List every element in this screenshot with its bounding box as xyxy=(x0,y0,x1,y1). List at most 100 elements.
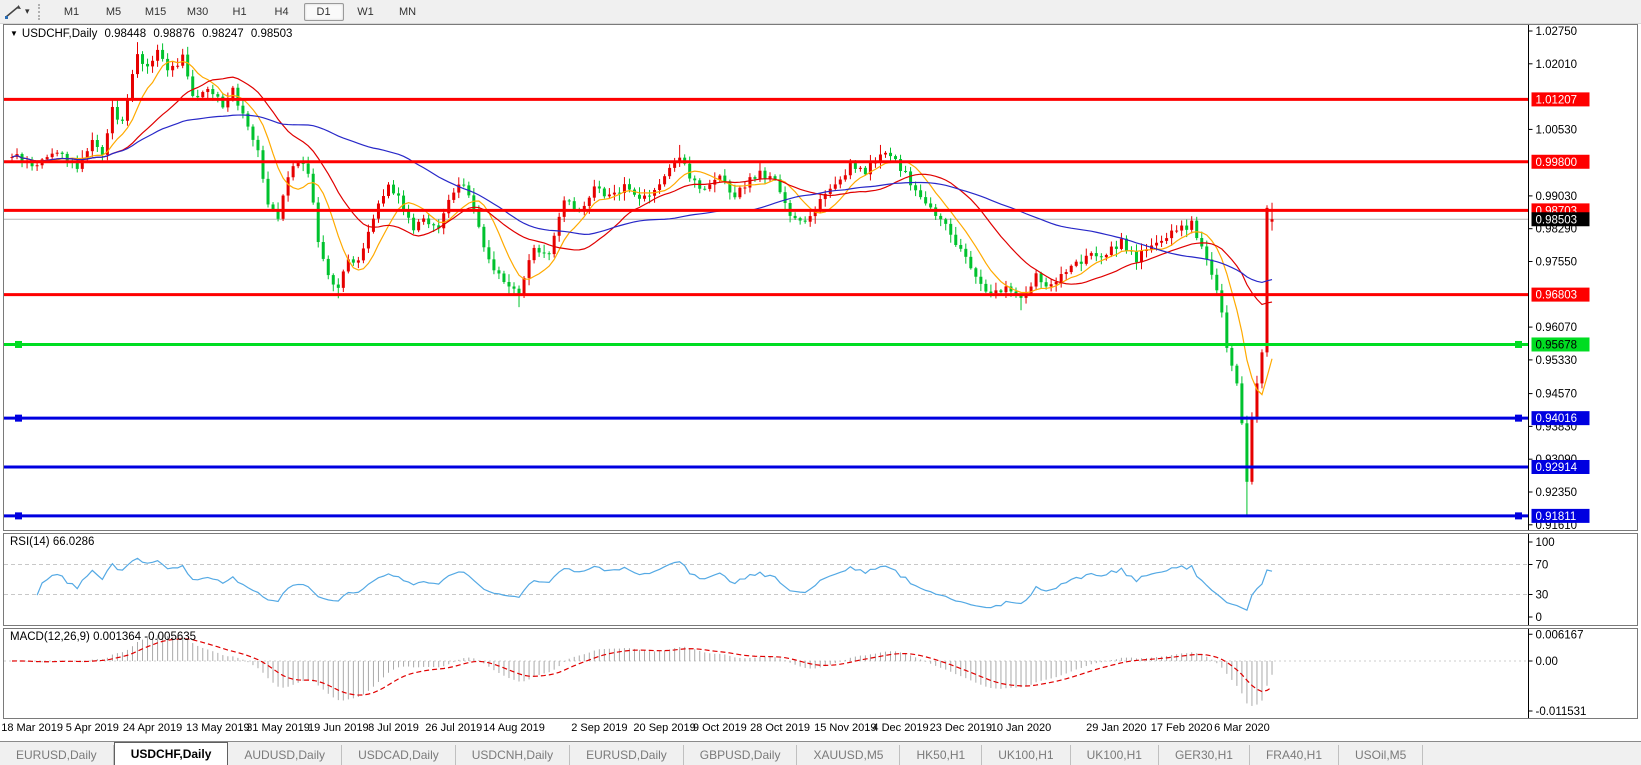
timeframe-button-m5[interactable]: M5 xyxy=(94,3,134,21)
macd-canvas[interactable]: 0.0061670.00-0.011531 xyxy=(4,629,1637,718)
candle-body xyxy=(422,218,425,221)
candle-body xyxy=(136,54,139,74)
timeframe-button-m30[interactable]: M30 xyxy=(178,3,218,21)
candle-body xyxy=(477,210,480,227)
candle-body xyxy=(1200,238,1203,246)
toolbar-grip[interactable] xyxy=(38,4,45,20)
chart-tab-eurusd-daily[interactable]: EURUSD,Daily xyxy=(0,745,114,765)
timeframe-button-mn[interactable]: MN xyxy=(388,3,428,21)
candle-body xyxy=(96,140,99,147)
line-tools-group[interactable]: ▾ xyxy=(0,0,34,23)
chart-tab-xauusd-m5[interactable]: XAUUSD,M5 xyxy=(797,745,900,765)
timeframe-button-m15[interactable]: M15 xyxy=(136,3,176,21)
candle-body xyxy=(668,168,671,176)
candle-body xyxy=(1120,239,1123,249)
candle-body xyxy=(1090,253,1093,256)
level-price-text: 0.91811 xyxy=(1536,511,1577,523)
ma-55-line xyxy=(12,115,1272,282)
candle-body xyxy=(889,153,892,156)
candle-body xyxy=(588,198,591,206)
candle-body xyxy=(944,219,947,224)
date-label: 28 Oct 2019 xyxy=(750,722,810,734)
chart-tab-eurusd-daily[interactable]: EURUSD,Daily xyxy=(570,745,684,765)
candle-body xyxy=(267,179,270,205)
candle-body xyxy=(1065,272,1068,274)
timeframe-button-h1[interactable]: H1 xyxy=(220,3,260,21)
candle-body xyxy=(307,164,310,174)
caret-down-icon[interactable]: ▾ xyxy=(25,6,30,17)
candle-body xyxy=(1165,238,1168,241)
chart-tab-hk50-h1[interactable]: HK50,H1 xyxy=(900,745,982,765)
rsi-panel[interactable]: RSI(14) 66.0286 10070300 xyxy=(3,533,1638,626)
candle-body xyxy=(764,171,767,179)
chart-tab-fra40-h1[interactable]: FRA40,H1 xyxy=(1250,745,1339,765)
candle-body xyxy=(894,156,897,159)
candle-body xyxy=(643,196,646,199)
candle-body xyxy=(969,257,972,268)
chart-tab-usoil-m5[interactable]: USOil,M5 xyxy=(1339,745,1423,765)
candle-body xyxy=(849,163,852,175)
chart-tab-uk100-h1[interactable]: UK100,H1 xyxy=(982,745,1070,765)
candle-body xyxy=(367,232,370,249)
candle-body xyxy=(979,277,982,284)
chart-tab-uk100-h1[interactable]: UK100,H1 xyxy=(1071,745,1159,765)
timeframe-button-w1[interactable]: W1 xyxy=(346,3,386,21)
hline-handle[interactable] xyxy=(15,415,22,422)
time-axis[interactable]: 18 Mar 20195 Apr 201924 Apr 201913 May 2… xyxy=(3,719,1638,741)
price-chart-canvas[interactable]: 1.027501.020101.005300.990300.982900.975… xyxy=(4,25,1637,530)
timeframe-button-h4[interactable]: H4 xyxy=(262,3,302,21)
date-label: 15 Nov 2019 xyxy=(814,722,876,734)
candle-body xyxy=(186,55,189,77)
timeframe-button-d1[interactable]: D1 xyxy=(304,3,344,21)
candle-body xyxy=(161,50,164,59)
hline-handle[interactable] xyxy=(15,512,22,519)
chart-tab-gbpusd-daily[interactable]: GBPUSD,Daily xyxy=(684,745,798,765)
candle-body xyxy=(568,200,571,201)
rsi-tick-label: 70 xyxy=(1536,560,1549,572)
candle-body xyxy=(312,174,315,203)
rsi-tick-label: 100 xyxy=(1536,537,1555,549)
price-tick-label: 0.97550 xyxy=(1536,256,1578,268)
chart-dropdown-icon[interactable]: ▼ xyxy=(10,29,18,38)
candle-body xyxy=(1250,419,1253,482)
candle-body xyxy=(407,212,410,218)
rsi-line xyxy=(37,558,1272,610)
candle-body xyxy=(1085,256,1088,264)
candle-body xyxy=(131,74,134,100)
candle-body xyxy=(91,140,94,151)
chart-tab-usdcnh-daily[interactable]: USDCNH,Daily xyxy=(456,745,570,765)
candle-body xyxy=(317,203,320,242)
candle-body xyxy=(543,252,546,253)
timeframe-buttons: M1M5M15M30H1H4D1W1MN xyxy=(51,2,429,21)
hline-handle[interactable] xyxy=(15,341,22,348)
timeframe-button-m1[interactable]: M1 xyxy=(52,3,92,21)
candle-body xyxy=(141,54,144,64)
candle-body xyxy=(844,175,847,179)
date-label: 10 Jan 2020 xyxy=(991,722,1052,734)
candle-body xyxy=(462,185,465,186)
candle-body xyxy=(1055,282,1058,284)
rsi-canvas[interactable]: 10070300 xyxy=(4,534,1637,625)
candle-body xyxy=(342,271,345,287)
price-chart-panel[interactable]: ▼USDCHF,Daily 0.98448 0.98876 0.98247 0.… xyxy=(3,24,1638,531)
candle-body xyxy=(538,248,541,253)
candle-body xyxy=(513,286,516,288)
chart-tab-ger30-h1[interactable]: GER30,H1 xyxy=(1159,745,1250,765)
chart-tab-usdchf-daily[interactable]: USDCHF,Daily xyxy=(114,742,229,765)
hline-handle[interactable] xyxy=(1515,512,1522,519)
candle-body xyxy=(412,218,415,231)
chart-tab-usdcad-daily[interactable]: USDCAD,Daily xyxy=(342,745,456,765)
candle-body xyxy=(1140,251,1143,262)
hline-handle[interactable] xyxy=(1515,415,1522,422)
candle-body xyxy=(1185,226,1188,230)
candle-body xyxy=(608,194,611,196)
macd-panel[interactable]: MACD(12,26,9) 0.001364 -0.005635 0.00616… xyxy=(3,628,1638,719)
hline-handle[interactable] xyxy=(1515,341,1522,348)
date-label: 9 Oct 2019 xyxy=(693,722,747,734)
trendline-tool-icon[interactable] xyxy=(4,4,22,20)
candle-body xyxy=(382,196,385,204)
chart-tab-audusd-daily[interactable]: AUDUSD,Daily xyxy=(228,745,342,765)
macd-signal-line xyxy=(12,639,1272,695)
candle-body xyxy=(964,249,967,257)
candle-body xyxy=(322,242,325,259)
